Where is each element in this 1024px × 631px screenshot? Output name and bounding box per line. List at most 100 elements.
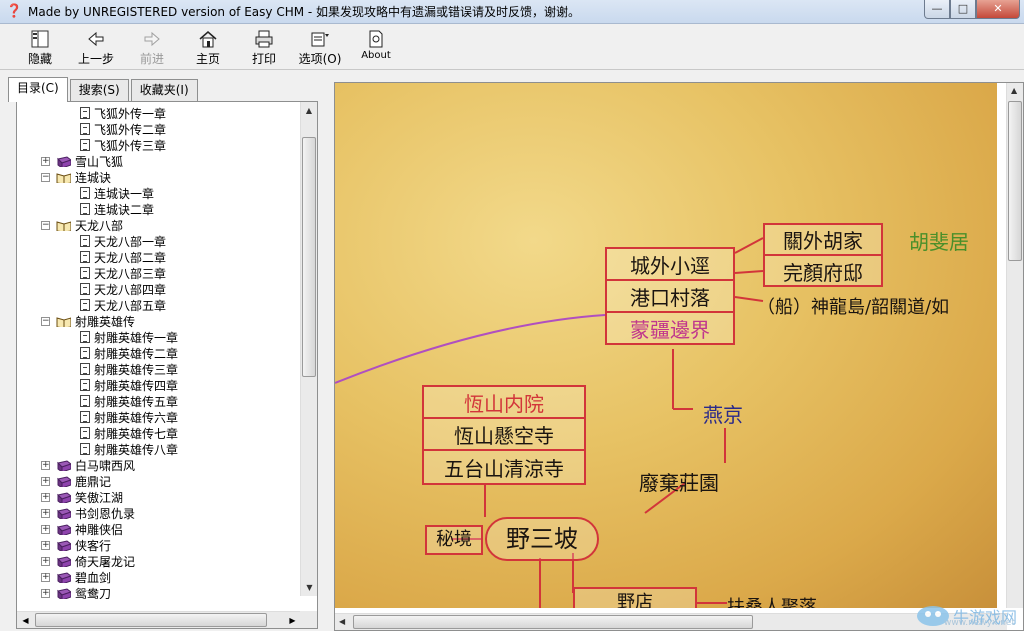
maximize-button[interactable]: □ — [950, 0, 976, 19]
content-vertical-scrollbar[interactable]: ▲ — [1006, 83, 1023, 608]
tree-page-item[interactable]: 射雕英雄传六章 — [17, 409, 301, 425]
content-scroll-left-icon[interactable]: ◀ — [339, 617, 345, 626]
tree-book-item[interactable]: + 鹿鼎记 — [17, 473, 301, 489]
collapse-icon[interactable]: − — [41, 316, 50, 326]
tree-item-label: 天龙八部三章 — [94, 266, 167, 281]
collapse-icon[interactable]: − — [41, 220, 50, 230]
closed-book-icon — [57, 571, 71, 583]
tree-horizontal-scrollbar[interactable]: ◀ ▶ — [17, 611, 301, 628]
page-icon — [80, 107, 90, 119]
page-icon — [80, 235, 90, 247]
tree-vertical-scrollbar[interactable]: ▲ ▼ — [300, 102, 317, 596]
back-button[interactable]: 上一步 — [68, 24, 124, 69]
tree-book-item[interactable]: + 神雕侠侣 — [17, 521, 301, 537]
tree-hscroll-thumb[interactable] — [35, 613, 267, 627]
tree-item-label: 笑傲江湖 — [75, 490, 124, 505]
tree-scroll-thumb[interactable] — [302, 137, 316, 377]
tree-page-item[interactable]: 天龙八部三章 — [17, 265, 301, 281]
navigation-pane: 目录(C) 搜索(S) 收藏夹(I) 飞狐外传一章 飞狐外传二章 飞狐外传三章 + 雪山… — [0, 71, 330, 631]
tree-page-item[interactable]: 射雕英雄传一章 — [17, 329, 301, 345]
back-arrow-icon — [85, 29, 107, 49]
tree-book-item[interactable]: − 射雕英雄传 — [17, 313, 301, 329]
yanjing-label: 燕京 — [703, 403, 743, 427]
tree-book-item[interactable]: + 书剑恩仇录 — [17, 505, 301, 521]
content-hscroll-thumb[interactable] — [353, 615, 753, 629]
hide-label: 隐藏 — [27, 52, 52, 66]
map-image: 關外胡家 完顏府邸 胡斐居 城外小逕 港口村落 蒙疆邊界 （船）神龍島/韶關道/… — [335, 83, 997, 608]
closed-book-icon — [57, 459, 71, 471]
closed-book-icon — [57, 587, 71, 599]
content-vscroll-thumb[interactable] — [1008, 101, 1022, 261]
home-button[interactable]: 主页 — [180, 24, 236, 69]
tree-page-item[interactable]: 连城诀二章 — [17, 201, 301, 217]
expand-icon[interactable]: + — [41, 508, 50, 518]
tree-page-item[interactable]: 天龙八部一章 — [17, 233, 301, 249]
about-button[interactable]: About — [348, 24, 404, 69]
expand-icon[interactable]: + — [41, 476, 50, 486]
expand-icon[interactable]: + — [41, 156, 50, 166]
expand-icon[interactable]: + — [41, 588, 50, 598]
page-icon — [80, 187, 90, 199]
tree-page-item[interactable]: 飞狐外传三章 — [17, 137, 301, 153]
page-icon — [80, 363, 90, 375]
tab-contents[interactable]: 目录(C) — [8, 77, 68, 102]
tree-item-label: 射雕英雄传四章 — [94, 378, 179, 393]
tree-item-label: 天龙八部一章 — [94, 234, 167, 249]
tree-book-item[interactable]: + 倚天屠龙记 — [17, 553, 301, 569]
back-label: 上一步 — [77, 52, 114, 66]
expand-icon[interactable]: + — [41, 492, 50, 502]
tree-book-item[interactable]: + 碧血剑 — [17, 569, 301, 585]
tab-search[interactable]: 搜索(S) — [69, 79, 129, 101]
hide-button[interactable]: 隐藏 — [12, 24, 68, 69]
tree-page-item[interactable]: 射雕英雄传七章 — [17, 425, 301, 441]
scroll-down-arrow-icon[interactable]: ▼ — [301, 579, 318, 596]
tree-page-item[interactable]: 射雕英雄传五章 — [17, 393, 301, 409]
tree-book-item[interactable]: + 笑傲江湖 — [17, 489, 301, 505]
tree-page-item[interactable]: 射雕英雄传三章 — [17, 361, 301, 377]
chengwai-xiaojing: 城外小逕 — [607, 249, 733, 281]
expand-icon[interactable]: + — [41, 556, 50, 566]
scroll-right-arrow-icon[interactable]: ▶ — [284, 612, 301, 629]
title-bar: ❓ Made by UNREGISTERED version of Easy C… — [0, 0, 1024, 24]
content-scroll-up-icon[interactable]: ▲ — [1011, 86, 1017, 95]
close-button[interactable]: ✕ — [976, 0, 1020, 19]
tree-book-item[interactable]: + 白马啸西风 — [17, 457, 301, 473]
tree-page-item[interactable]: 连城诀一章 — [17, 185, 301, 201]
collapse-icon[interactable]: − — [41, 172, 50, 182]
tree-page-item[interactable]: 射雕英雄传四章 — [17, 377, 301, 393]
tree-page-item[interactable]: 射雕英雄传二章 — [17, 345, 301, 361]
print-button[interactable]: 打印 — [236, 24, 292, 69]
page-icon — [80, 395, 90, 407]
tree-item-label: 天龙八部四章 — [94, 282, 167, 297]
page-icon — [80, 379, 90, 391]
minimize-button[interactable]: — — [924, 0, 950, 19]
guanwai-hujia: 關外胡家 — [765, 225, 881, 256]
tree-page-item[interactable]: 天龙八部五章 — [17, 297, 301, 313]
page-icon — [80, 427, 90, 439]
expand-icon[interactable]: + — [41, 524, 50, 534]
tree-book-item[interactable]: − 天龙八部 — [17, 217, 301, 233]
tree-item-label: 射雕英雄传六章 — [94, 410, 179, 425]
tree-item-label: 射雕英雄传七章 — [94, 426, 179, 441]
options-button[interactable]: 选项(O) — [292, 24, 348, 69]
scroll-left-arrow-icon[interactable]: ◀ — [17, 612, 34, 629]
scroll-up-arrow-icon[interactable]: ▲ — [301, 102, 317, 119]
expand-icon[interactable]: + — [41, 460, 50, 470]
tree-book-item[interactable]: + 侠客行 — [17, 537, 301, 553]
tree-book-item[interactable]: + 雪山飞狐 — [17, 153, 301, 169]
tree-book-item[interactable]: − 连城诀 — [17, 169, 301, 185]
content-horizontal-scrollbar[interactable]: ◀ — [335, 613, 1007, 630]
page-icon — [80, 123, 90, 135]
tree-page-item[interactable]: 天龙八部四章 — [17, 281, 301, 297]
expand-icon[interactable]: + — [41, 572, 50, 582]
tab-favorites[interactable]: 收藏夹(I) — [130, 79, 198, 101]
tree-item-label: 神雕侠侣 — [75, 522, 124, 537]
expand-icon[interactable]: + — [41, 540, 50, 550]
tree-page-item[interactable]: 天龙八部二章 — [17, 249, 301, 265]
tree-book-item[interactable]: + 鸳鸯刀 — [17, 585, 301, 599]
tree-page-item[interactable]: 射雕英雄传八章 — [17, 441, 301, 457]
tree-page-item[interactable]: 飞狐外传一章 — [17, 105, 301, 121]
tree-page-item[interactable]: 飞狐外传二章 — [17, 121, 301, 137]
tree-item-label: 射雕英雄传二章 — [94, 346, 179, 361]
forward-button[interactable]: 前进 — [124, 24, 180, 69]
